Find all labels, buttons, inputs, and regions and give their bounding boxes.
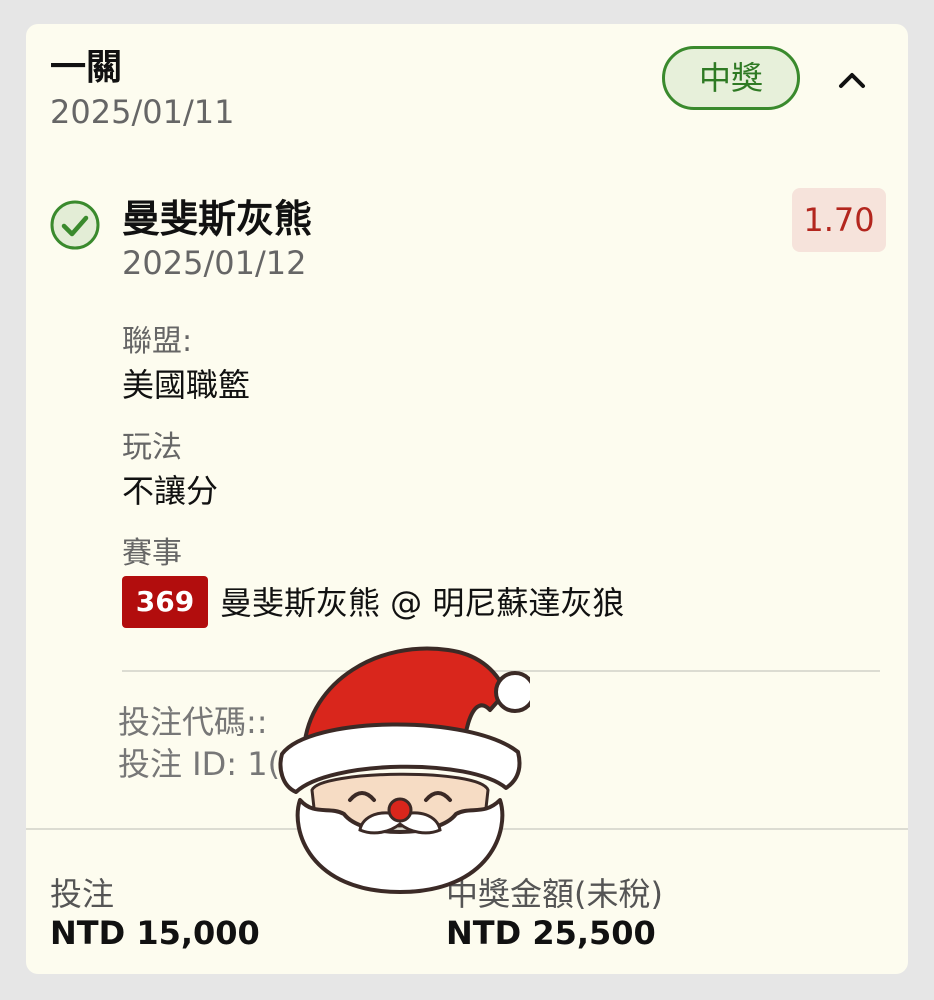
match-date: 2025/01/12 [122, 244, 307, 282]
bet-card: 一關 2025/01/11 中獎 曼斐斯灰熊 2025/01/12 1.70 聯… [26, 24, 908, 974]
bet-date: 2025/01/11 [50, 93, 235, 131]
stake-label: 投注 [50, 875, 115, 913]
check-circle-icon [48, 198, 102, 252]
play-type-label: 玩法 [122, 430, 182, 465]
bet-type-title: 一關 [50, 47, 123, 88]
league-label: 聯盟: [122, 324, 193, 359]
collapse-button[interactable] [832, 64, 872, 96]
winnings-amount: NTD 25,500 [446, 914, 656, 952]
league-value: 美國職籃 [122, 366, 251, 404]
event-name: 曼斐斯灰熊 @ 明尼蘇達灰狼 [220, 584, 625, 622]
status-badge: 中獎 [662, 46, 800, 110]
event-code-badge: 369 [122, 576, 208, 628]
stake-amount: NTD 15,000 [50, 914, 260, 952]
bet-code: 投注代碼:: [118, 703, 268, 741]
play-type-value: 不讓分 [122, 472, 219, 510]
santa-claus-icon [270, 630, 536, 900]
bet-id: 投注 ID: 1( [118, 745, 281, 783]
event-label: 賽事 [122, 536, 182, 571]
chevron-up-icon [839, 73, 865, 88]
team-name: 曼斐斯灰熊 [122, 197, 313, 241]
odds-badge: 1.70 [792, 188, 886, 252]
